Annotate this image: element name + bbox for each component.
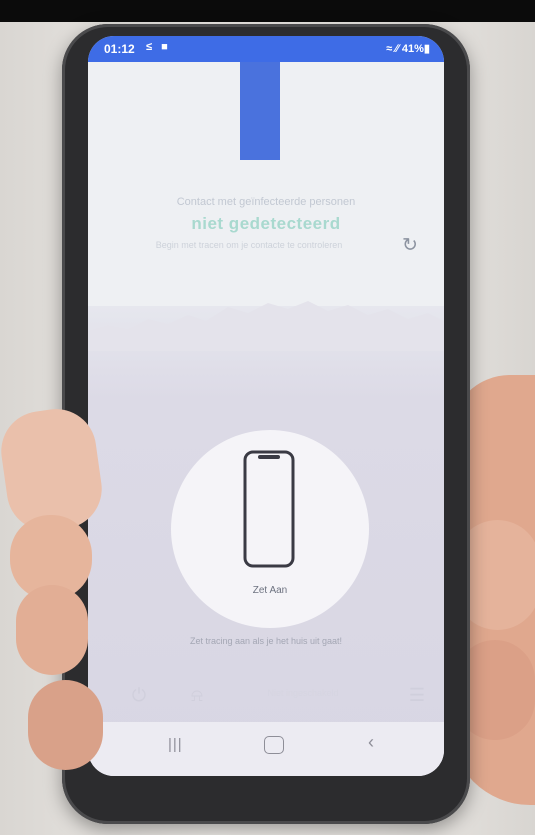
contact-hint: Begin met tracen om je contacte te contr…: [155, 240, 343, 250]
phone-screen: 01:12 ≤ ■ ≈ ∕∕ 41%▮ Contact met geïnfect…: [88, 36, 444, 776]
video-top-border: [0, 0, 535, 22]
bottom-tab-bar: ⏻ ⍾ Niet ingeschakeld ☰: [88, 670, 444, 720]
contact-title: Contact met geïnfecteerde personen: [176, 196, 356, 208]
left-hand-finger: [28, 680, 103, 770]
header-accent-tab: [240, 62, 280, 160]
home-icon[interactable]: [264, 736, 284, 754]
tracing-status-text: Niet ingeschakeld: [267, 688, 339, 698]
contact-state: niet gedetecteerd: [191, 214, 341, 233]
menu-icon[interactable]: ☰: [406, 684, 428, 706]
notification-icons: ≤ ■: [146, 41, 171, 53]
left-hand-finger: [16, 585, 88, 675]
bell-icon[interactable]: ⍾: [186, 684, 208, 706]
toggle-label: Zet Aan: [252, 585, 288, 596]
status-bar: 01:12 ≤ ■ ≈ ∕∕ 41%▮: [88, 36, 444, 62]
back-icon[interactable]: ‹: [368, 732, 374, 753]
mountain-silhouette: [88, 301, 444, 351]
refresh-icon[interactable]: ↻: [398, 234, 422, 258]
status-time: 01:12: [104, 42, 135, 56]
status-right-icons: ≈ ∕∕ 41%▮: [386, 43, 430, 55]
power-icon[interactable]: ⏻: [128, 684, 150, 706]
toggle-hint: Zet tracing aan als je het huis uit gaat…: [189, 636, 343, 646]
recent-apps-icon[interactable]: |||: [168, 736, 183, 753]
phone-icon: [243, 450, 295, 568]
system-navigation-bar: ||| ‹: [88, 722, 444, 776]
